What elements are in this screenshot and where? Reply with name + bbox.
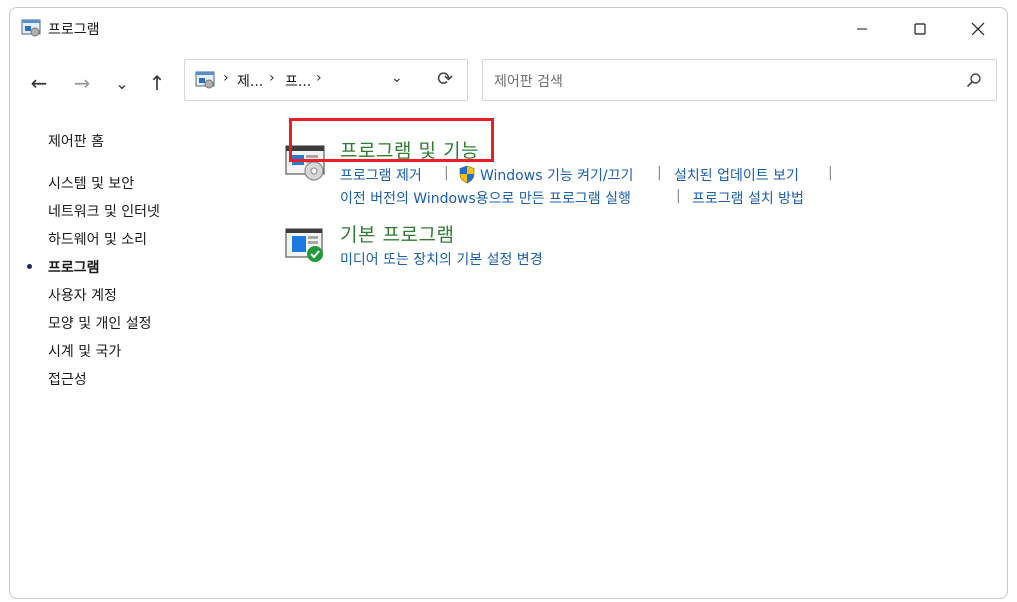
highlight-box bbox=[289, 118, 494, 162]
link-how-to-install[interactable]: 프로그램 설치 방법 bbox=[692, 188, 804, 208]
link-separator: | bbox=[676, 188, 681, 204]
link-uninstall-program[interactable]: 프로그램 제거 bbox=[340, 165, 422, 185]
link-separator: | bbox=[657, 165, 662, 181]
recent-locations-button[interactable]: ⌄ bbox=[107, 68, 137, 98]
search-icon[interactable] bbox=[966, 72, 982, 88]
sidebar-item-system-security[interactable]: 시스템 및 보안 bbox=[48, 173, 134, 193]
link-windows-features[interactable]: Windows 기능 켜기/끄기 bbox=[480, 165, 633, 185]
address-bar[interactable]: › 제... › 프... › ⌄ ⟳ bbox=[184, 59, 468, 101]
breadcrumb-separator: › bbox=[316, 70, 322, 86]
back-arrow-icon: ← bbox=[30, 71, 48, 95]
search-box[interactable]: 제어판 검색 bbox=[482, 59, 997, 101]
link-media-device-defaults[interactable]: 미디어 또는 장치의 기본 설정 변경 bbox=[340, 249, 543, 269]
forward-arrow-icon: → bbox=[73, 71, 91, 95]
window-title: 프로그램 bbox=[48, 22, 100, 38]
link-separator: | bbox=[444, 165, 449, 181]
breadcrumb-separator: › bbox=[269, 70, 275, 86]
up-arrow-icon: ↑ bbox=[148, 71, 166, 95]
breadcrumb-programs[interactable]: 프... bbox=[285, 71, 311, 91]
back-button[interactable]: ← bbox=[24, 68, 54, 98]
sidebar-item-appearance[interactable]: 모양 및 개인 설정 bbox=[48, 313, 152, 333]
close-icon bbox=[971, 22, 985, 36]
sidebar-item-clock-region[interactable]: 시계 및 국가 bbox=[48, 341, 121, 361]
default-programs-icon bbox=[285, 228, 323, 262]
minimize-button[interactable] bbox=[833, 8, 891, 50]
search-placeholder: 제어판 검색 bbox=[494, 74, 563, 90]
breadcrumb-control-panel[interactable]: 제... bbox=[237, 71, 263, 91]
maximize-button[interactable] bbox=[891, 8, 949, 50]
uac-shield-icon bbox=[459, 165, 475, 184]
active-item-bullet bbox=[27, 264, 32, 269]
address-dropdown-icon[interactable]: ⌄ bbox=[391, 70, 403, 86]
link-separator: | bbox=[828, 165, 833, 181]
link-installed-updates[interactable]: 설치된 업데이트 보기 bbox=[674, 165, 799, 185]
sidebar-item-user-accounts[interactable]: 사용자 계정 bbox=[48, 285, 117, 305]
forward-button[interactable]: → bbox=[67, 68, 97, 98]
sidebar-item-programs[interactable]: 프로그램 bbox=[48, 257, 100, 277]
sidebar-item-accessibility[interactable]: 접근성 bbox=[48, 369, 87, 389]
close-button[interactable] bbox=[949, 8, 1007, 50]
sidebar-item-hardware-sound[interactable]: 하드웨어 및 소리 bbox=[48, 229, 147, 249]
link-program-compatibility[interactable]: 이전 버전의 Windows용으로 만든 프로그램 실행 bbox=[340, 188, 631, 208]
refresh-icon[interactable]: ⟳ bbox=[437, 68, 453, 90]
category-title-default-programs[interactable]: 기본 프로그램 bbox=[340, 220, 454, 247]
sidebar-item-network-internet[interactable]: 네트워크 및 인터넷 bbox=[48, 201, 160, 221]
control-panel-icon bbox=[21, 19, 41, 37]
control-panel-window: 프로그램 ← → ⌄ ↑ › 제... › 프... › ⌄ ⟳ 제어판 검색 … bbox=[9, 7, 1008, 599]
breadcrumb-separator: › bbox=[223, 70, 229, 86]
title-bar: 프로그램 bbox=[10, 8, 1007, 50]
sidebar-control-panel-home[interactable]: 제어판 홈 bbox=[48, 131, 104, 151]
maximize-icon bbox=[914, 23, 926, 35]
chevron-down-icon: ⌄ bbox=[115, 73, 129, 93]
minimize-icon bbox=[857, 28, 867, 30]
up-button[interactable]: ↑ bbox=[142, 68, 172, 98]
control-panel-icon bbox=[195, 71, 215, 89]
